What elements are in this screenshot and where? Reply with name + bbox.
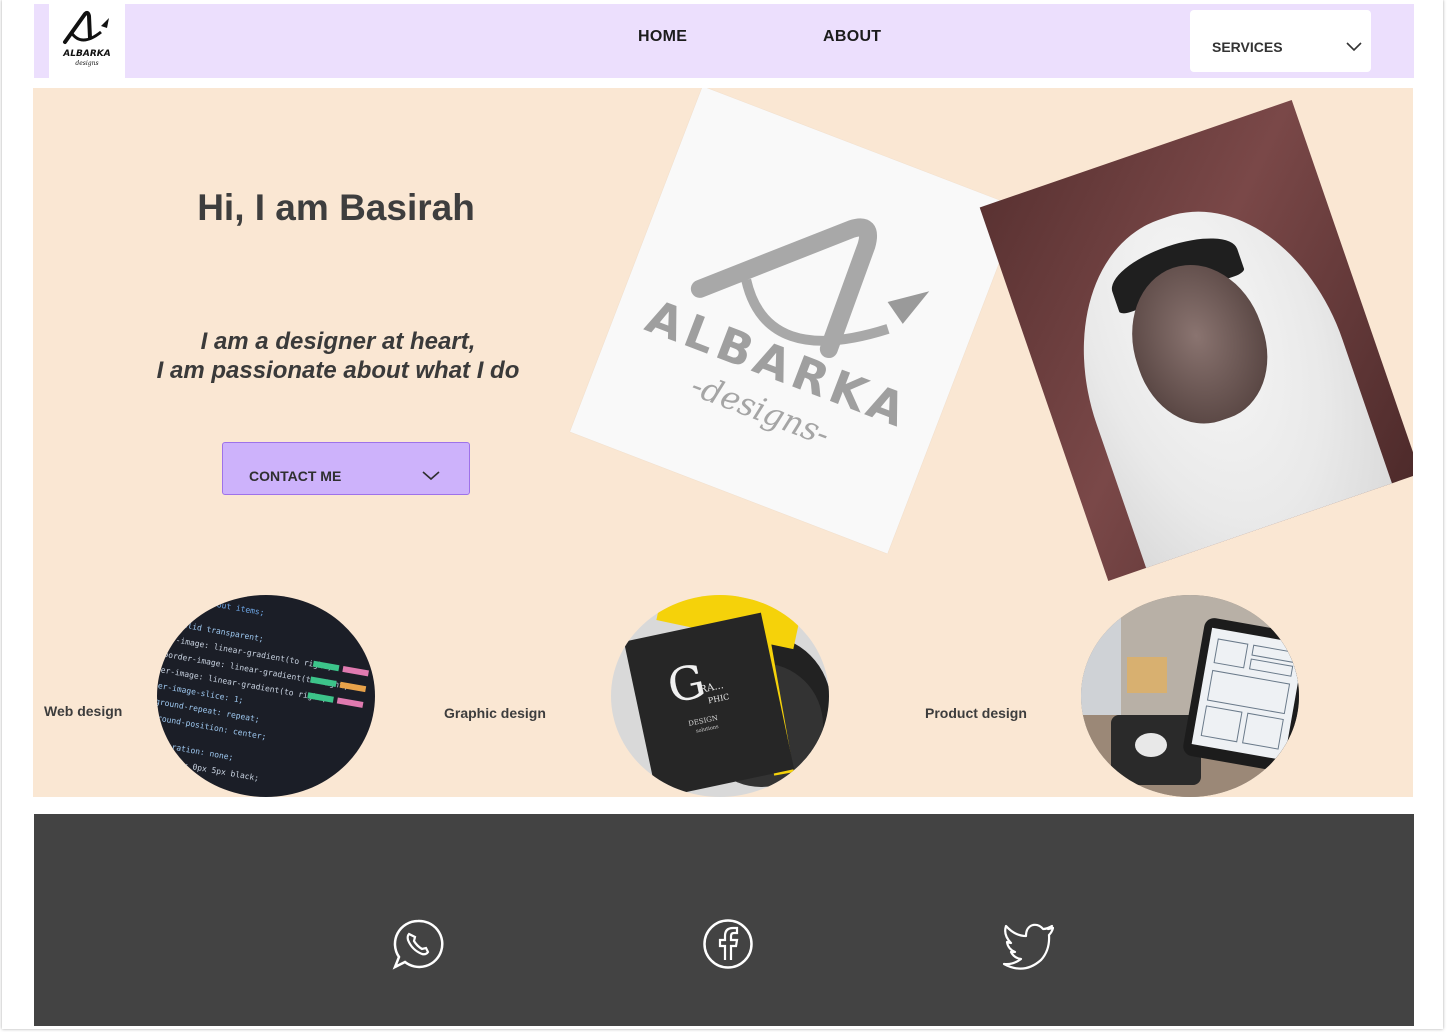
- twitter-icon[interactable]: [1002, 918, 1054, 970]
- tagline-line-1: I am a designer at heart,: [200, 328, 476, 355]
- albarka-logo-icon: [63, 10, 109, 44]
- web-design-label[interactable]: Web design: [44, 703, 122, 719]
- whatsapp-icon[interactable]: [392, 918, 444, 970]
- code-screenshot-image: -out items; solid transparent; der-image…: [157, 599, 369, 788]
- site-footer: [34, 814, 1414, 1026]
- graphic-design-image[interactable]: G RA... PHIC DESIGN solutions: [611, 595, 829, 797]
- services-label: SERVICES: [1212, 39, 1283, 55]
- contact-me-label: CONTACT ME: [249, 468, 342, 484]
- chevron-down-icon: [422, 471, 440, 481]
- product-design-image[interactable]: [1081, 595, 1299, 797]
- product-design-label[interactable]: Product design: [925, 705, 1027, 721]
- profile-photo: [979, 100, 1413, 581]
- logo-wordmark: ALBARKA: [63, 49, 111, 59]
- logo-subtitle: designs: [75, 60, 99, 67]
- albarka-logo-card: ALBARKA -designs-: [569, 88, 1021, 554]
- services-dropdown[interactable]: SERVICES: [1190, 10, 1371, 72]
- brand-logo[interactable]: ALBARKA designs: [49, 4, 125, 78]
- chevron-down-icon: [1346, 42, 1362, 52]
- tagline-line-2: I am passionate about what I do: [156, 357, 520, 384]
- web-design-image[interactable]: -out items; solid transparent; der-image…: [157, 595, 375, 797]
- facebook-icon[interactable]: [702, 918, 754, 970]
- site-header: ALBARKA designs HOME ABOUT SERVICES: [34, 4, 1414, 78]
- graphic-design-label[interactable]: Graphic design: [444, 705, 546, 721]
- graphic-book-image: G RA... PHIC DESIGN solutions: [623, 595, 829, 797]
- nav-home[interactable]: HOME: [638, 28, 687, 46]
- contact-me-button[interactable]: CONTACT ME: [222, 442, 470, 495]
- code-line: -out items;: [211, 599, 265, 617]
- hero-title: Hi, I am Basirah: [197, 187, 475, 228]
- nav-about[interactable]: ABOUT: [823, 28, 881, 46]
- tablet-wireframe-image: [1081, 595, 1299, 797]
- hero-section: Hi, I am Basirah I am a designer at hear…: [33, 88, 1413, 797]
- code-line: t-decoration: none;: [157, 737, 234, 762]
